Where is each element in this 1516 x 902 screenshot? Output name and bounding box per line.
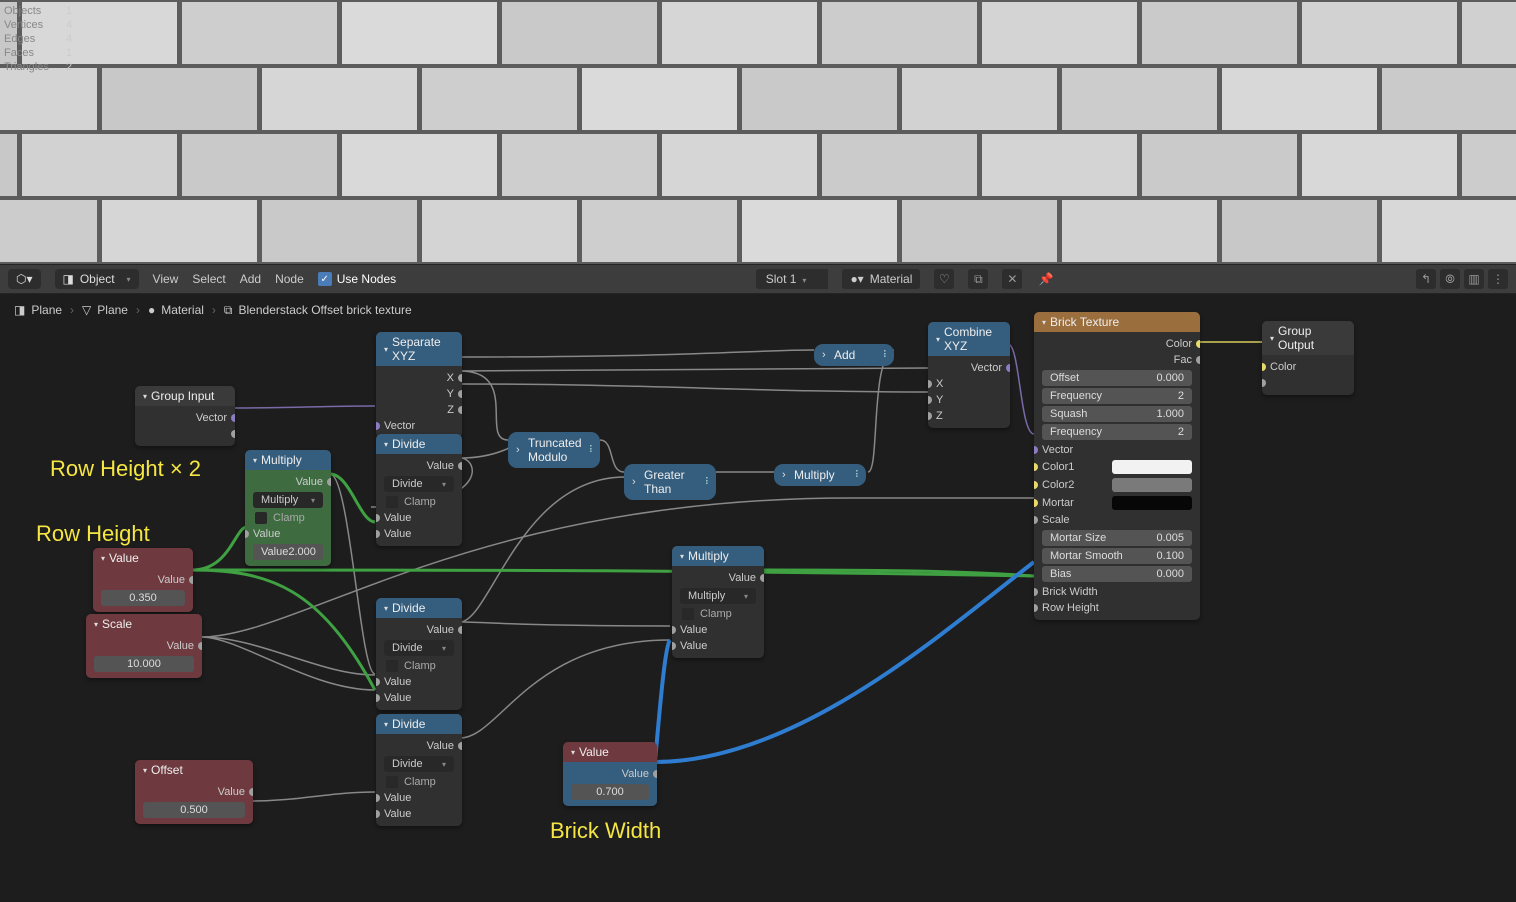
- node-divide-1[interactable]: Divide Value Divide Clamp Value Value: [376, 434, 462, 546]
- node-divide-2[interactable]: Divide Value Divide Clamp Value Value: [376, 598, 462, 710]
- node-group-input[interactable]: Group Input Vector: [135, 386, 235, 446]
- value-row-height-field[interactable]: 0.350: [101, 590, 185, 606]
- breadcrumb-mesh[interactable]: ▽ Plane: [82, 303, 128, 317]
- brick-offset[interactable]: Offset0.000: [1042, 370, 1192, 386]
- overlay-icon[interactable]: ▥: [1464, 269, 1484, 289]
- divide1-clamp[interactable]: Clamp: [376, 494, 462, 510]
- multiply2-op[interactable]: Multiply: [680, 588, 756, 604]
- fake-user-icon[interactable]: ♡: [934, 269, 954, 289]
- menu-select[interactable]: Select: [192, 272, 225, 286]
- brick-freq2[interactable]: Frequency2: [1042, 424, 1192, 440]
- mesh-stats: Objects1 Vertices4 Edges4 Faces1 Triangl…: [4, 4, 72, 74]
- multiply2-clamp[interactable]: Clamp: [672, 606, 764, 622]
- node-editor-header: ⬡▾ ◨ Object View Select Add Node ✓Use No…: [0, 264, 1516, 294]
- material-slot-dropdown[interactable]: Slot 1: [756, 269, 829, 289]
- breadcrumb-object[interactable]: ◨ Plane: [14, 303, 62, 317]
- brick-width-field[interactable]: 0.700: [571, 784, 649, 800]
- unlink-icon[interactable]: ✕: [1002, 269, 1022, 289]
- node-multiply-1[interactable]: Multiply Value Multiply Clamp Value Valu…: [245, 450, 331, 566]
- divide3-op[interactable]: Divide: [384, 756, 454, 772]
- node-group-output[interactable]: Group Output Color: [1262, 321, 1354, 395]
- divide2-clamp[interactable]: Clamp: [376, 658, 462, 674]
- multiply1-clamp[interactable]: Clamp: [245, 510, 331, 526]
- node-multiply-pill[interactable]: Multiply⠇: [774, 464, 866, 486]
- menu-view[interactable]: View: [153, 272, 179, 286]
- viewport-preview: [0, 0, 1516, 264]
- node-value-brick-width[interactable]: Value Value 0.700: [563, 742, 657, 806]
- brick-mortar-smooth[interactable]: Mortar Smooth0.100: [1042, 548, 1192, 564]
- divide1-op[interactable]: Divide: [384, 476, 454, 492]
- annotation-brick-width: Brick Width: [550, 818, 661, 844]
- node-divide-3[interactable]: Divide Value Divide Clamp Value Value: [376, 714, 462, 826]
- node-brick-texture[interactable]: Brick Texture Color Fac Offset0.000 Freq…: [1034, 312, 1200, 620]
- annotation-row-height-x2: Row Height × 2: [50, 456, 201, 482]
- node-greater-than[interactable]: Greater Than⠇: [624, 464, 716, 500]
- parent-node-tree-icon[interactable]: ↰: [1416, 269, 1436, 289]
- options-icon[interactable]: ⋮: [1488, 269, 1508, 289]
- annotation-row-height: Row Height: [36, 521, 150, 547]
- interaction-mode-dropdown[interactable]: ◨ Object: [55, 269, 139, 289]
- breadcrumb-nodegroup[interactable]: ⧉ Blenderstack Offset brick texture: [224, 303, 412, 318]
- brick-freq1[interactable]: Frequency2: [1042, 388, 1192, 404]
- brick-mortar-size[interactable]: Mortar Size0.005: [1042, 530, 1192, 546]
- menu-node[interactable]: Node: [275, 272, 304, 286]
- multiply1-op[interactable]: Multiply: [253, 492, 323, 508]
- node-offset[interactable]: Offset Value 0.500: [135, 760, 253, 824]
- snap-icon[interactable]: ⦾: [1440, 269, 1460, 289]
- menu-add[interactable]: Add: [240, 272, 261, 286]
- node-value-row-height[interactable]: Value Value 0.350: [93, 548, 193, 612]
- duplicate-icon[interactable]: ⧉: [968, 269, 988, 289]
- brick-squash[interactable]: Squash1.000: [1042, 406, 1192, 422]
- node-combine-xyz[interactable]: Combine XYZ Vector X Y Z: [928, 322, 1010, 428]
- brick-bias[interactable]: Bias0.000: [1042, 566, 1192, 582]
- node-multiply-2[interactable]: Multiply Value Multiply Clamp Value Valu…: [672, 546, 764, 658]
- node-separate-xyz[interactable]: Separate XYZ X Y Z Vector: [376, 332, 462, 438]
- node-canvas[interactable]: Row Height × 2 Row Height Brick Width Gr…: [0, 326, 1516, 902]
- breadcrumb-material[interactable]: ● Material: [148, 303, 204, 317]
- multiply1-const[interactable]: Value2.000: [253, 544, 323, 560]
- divide2-op[interactable]: Divide: [384, 640, 454, 656]
- material-name-field[interactable]: ●▾Material: [842, 269, 920, 289]
- pin-icon[interactable]: 📌: [1036, 269, 1056, 289]
- offset-field[interactable]: 0.500: [143, 802, 245, 818]
- node-truncated-modulo[interactable]: Truncated Modulo⠇: [508, 432, 600, 468]
- editor-type-dropdown[interactable]: ⬡▾: [8, 269, 41, 289]
- node-add-pill[interactable]: Add⠇: [814, 344, 894, 366]
- scale-field[interactable]: 10.000: [94, 656, 194, 672]
- divide3-clamp[interactable]: Clamp: [376, 774, 462, 790]
- use-nodes-checkbox[interactable]: ✓Use Nodes: [318, 272, 396, 286]
- node-scale[interactable]: Scale Value 10.000: [86, 614, 202, 678]
